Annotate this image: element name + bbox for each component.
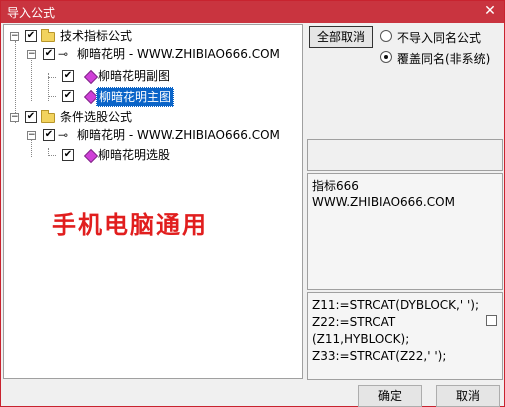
tree-node-stock-screening[interactable]: − ✔ 条件选股公式	[4, 108, 302, 126]
radio-no-import[interactable]	[380, 30, 392, 42]
description-panel: 指标666 WWW.ZHIBIAO666.COM	[307, 173, 503, 290]
key-icon: ⊸	[58, 128, 69, 142]
tree-node-formula[interactable]: ✔ 柳暗花明主图	[4, 87, 302, 107]
collapse-icon[interactable]: −	[10, 32, 19, 41]
radio-overwrite-label[interactable]: 覆盖同名(非系统)	[397, 50, 490, 67]
formula-checkbox[interactable]: ✔	[62, 90, 74, 102]
tree-node-label-selected: 柳暗花明主图	[96, 87, 175, 107]
tree-node-label: 柳暗花明选股	[98, 148, 171, 162]
title-bar: 导入公式 ✕	[1, 1, 504, 23]
deselect-all-button[interactable]: 全部取消	[309, 26, 373, 48]
blank-panel	[307, 139, 503, 171]
radio-overwrite[interactable]	[380, 51, 392, 63]
tech-indicators-checkbox[interactable]: ✔	[25, 30, 37, 42]
tree-node-label: 技术指标公式	[60, 29, 133, 43]
folder-icon	[41, 29, 55, 42]
formula-tree[interactable]: − ✔ 技术指标公式 − ✔ ⊸ 柳暗花明 - WWW.ZHIBIAO666.C…	[3, 24, 303, 379]
tree-node-label: 柳暗花明 - WWW.ZHIBIAO666.COM	[77, 128, 280, 142]
source-1-checkbox[interactable]: ✔	[43, 48, 55, 60]
source-2-checkbox[interactable]: ✔	[43, 129, 55, 141]
stock-screening-checkbox[interactable]: ✔	[25, 111, 37, 123]
tree-node-formula[interactable]: ✔ 柳暗花明副图	[4, 67, 302, 85]
code-line: (Z11,HYBLOCK);	[312, 332, 410, 346]
tree-node-label: 柳暗花明 - WWW.ZHIBIAO666.COM	[77, 47, 280, 61]
tree-node-tech-indicators[interactable]: − ✔ 技术指标公式	[4, 27, 302, 45]
tree-node-formula[interactable]: ✔ 柳暗花明选股	[4, 146, 302, 164]
tree-node-source-1[interactable]: − ✔ ⊸ 柳暗花明 - WWW.ZHIBIAO666.COM	[4, 45, 302, 63]
overlay-text: 手机电脑通用	[52, 210, 208, 239]
folder-icon	[41, 110, 55, 123]
formula-diamond-icon	[83, 69, 99, 85]
formula-diamond-icon	[83, 148, 99, 164]
formula-checkbox[interactable]: ✔	[62, 149, 74, 161]
code-preview-panel[interactable]: Z11:=STRCAT(DYBLOCK,' '); Z22:=STRCAT (Z…	[307, 292, 503, 380]
description-line: 指标666	[312, 179, 359, 193]
code-line: Z33:=STRCAT(Z22,' ');	[312, 349, 447, 363]
collapse-icon[interactable]: −	[27, 131, 36, 140]
description-line: WWW.ZHIBIAO666.COM	[312, 195, 455, 209]
cancel-button[interactable]: 取消	[436, 385, 500, 407]
tree-node-label: 条件选股公式	[60, 110, 133, 124]
radio-no-import-label[interactable]: 不导入同名公式	[397, 29, 481, 46]
collapse-icon[interactable]: −	[27, 50, 36, 59]
collapse-icon[interactable]: −	[10, 113, 19, 122]
import-formula-dialog: 导入公式 ✕ − ✔ 技术指标公式 − ✔ ⊸ 柳暗花明 - WWW.ZHIBI…	[0, 0, 505, 407]
code-panel-checkbox[interactable]	[486, 315, 497, 326]
formula-checkbox[interactable]: ✔	[62, 70, 74, 82]
tree-node-source-2[interactable]: − ✔ ⊸ 柳暗花明 - WWW.ZHIBIAO666.COM	[4, 126, 302, 144]
code-line: Z11:=STRCAT(DYBLOCK,' ');	[312, 298, 479, 312]
ok-button[interactable]: 确定	[358, 385, 422, 407]
close-icon[interactable]: ✕	[482, 2, 498, 20]
tree-node-label: 柳暗花明副图	[98, 69, 171, 83]
dialog-title: 导入公式	[7, 6, 56, 20]
key-icon: ⊸	[58, 47, 69, 61]
code-line: Z22:=STRCAT	[312, 315, 396, 329]
